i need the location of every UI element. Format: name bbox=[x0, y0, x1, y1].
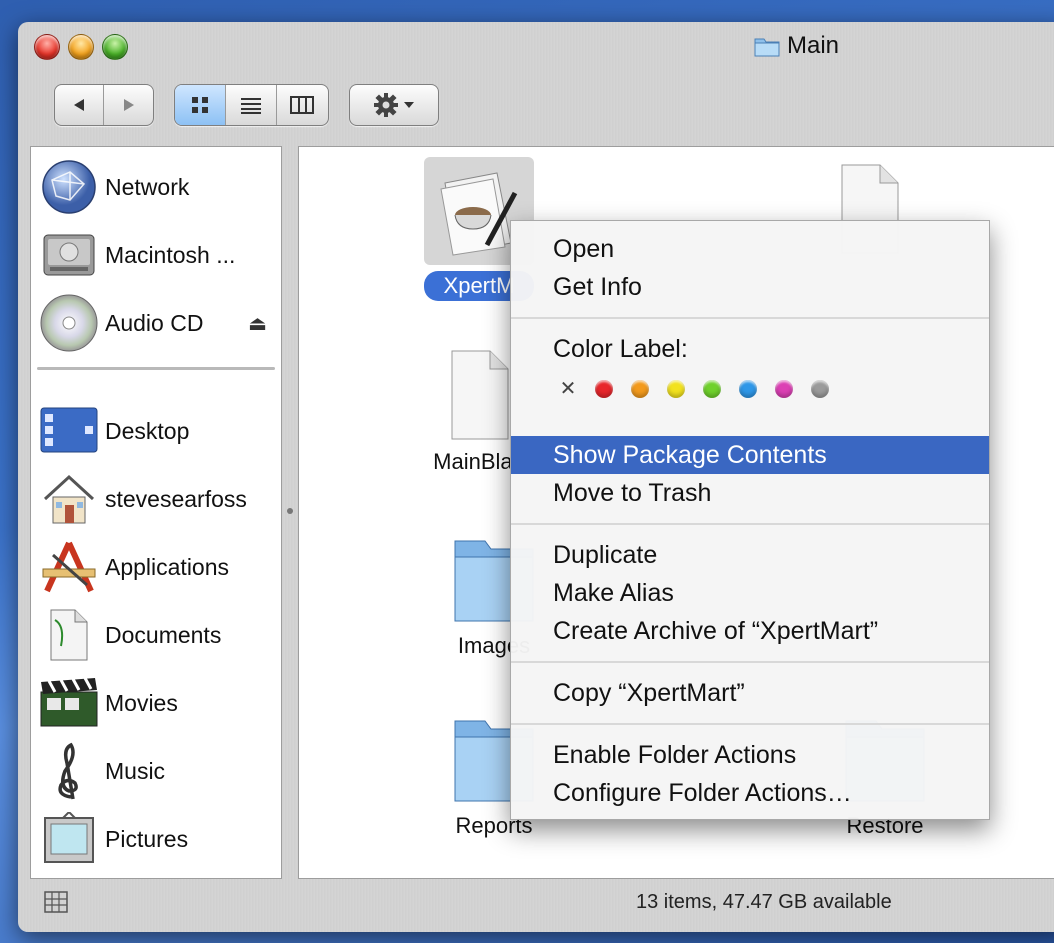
sidebar-item-documents[interactable]: Documents bbox=[31, 601, 281, 669]
color-swatch-gray[interactable] bbox=[811, 379, 829, 398]
grid-icon[interactable] bbox=[44, 891, 68, 913]
color-swatch-yellow[interactable] bbox=[667, 379, 685, 398]
documents-icon bbox=[50, 609, 88, 661]
sidebar-item-movies[interactable]: Movies bbox=[31, 669, 281, 737]
sidebar-item-label: Desktop bbox=[105, 417, 190, 444]
menu-item-make-alias[interactable]: Make Alias bbox=[511, 574, 989, 612]
list-view-button[interactable] bbox=[226, 85, 277, 125]
window-controls bbox=[34, 34, 128, 60]
sidebar-splitter[interactable] bbox=[284, 146, 296, 879]
sidebar-item-label: Applications bbox=[105, 553, 230, 580]
cd-icon bbox=[40, 294, 98, 352]
sidebar-item-macintosh-hd[interactable]: Macintosh ... bbox=[31, 221, 281, 289]
sidebar: Network Macintosh ... Audio CD ⏏ Desktop… bbox=[30, 146, 282, 879]
sidebar-item-label: Documents bbox=[105, 621, 222, 648]
sidebar-item-label: Movies bbox=[105, 689, 178, 716]
sidebar-item-applications[interactable]: Applications bbox=[31, 533, 281, 601]
picture-frame-icon bbox=[44, 812, 94, 863]
forward-button[interactable] bbox=[104, 85, 153, 125]
network-globe-icon bbox=[42, 160, 96, 214]
sidebar-item-label: Audio CD bbox=[105, 309, 204, 336]
menu-item-configure-folder-actions[interactable]: Configure Folder Actions… bbox=[511, 774, 989, 812]
menu-color-label-title: Color Label: bbox=[553, 335, 688, 363]
status-text: 13 items, 47.47 GB available bbox=[636, 890, 892, 913]
color-label-swatches: ✕ bbox=[559, 376, 829, 401]
sidebar-item-home[interactable]: stevesearfoss bbox=[31, 465, 281, 533]
back-arrow-icon bbox=[74, 99, 84, 111]
sidebar-item-label: Macintosh ... bbox=[105, 241, 236, 268]
color-swatch-green[interactable] bbox=[703, 379, 721, 398]
menu-item-show-package-contents[interactable]: Show Package Contents bbox=[511, 436, 989, 474]
color-swatch-purple[interactable] bbox=[775, 379, 793, 398]
document-icon bbox=[451, 350, 509, 440]
column-view-button[interactable] bbox=[277, 85, 328, 125]
hard-drive-icon bbox=[43, 234, 95, 276]
sidebar-item-music[interactable]: Music bbox=[31, 737, 281, 805]
clapperboard-icon bbox=[40, 677, 98, 727]
color-swatch-red[interactable] bbox=[595, 379, 613, 398]
gear-icon bbox=[374, 93, 398, 117]
sidebar-item-label: stevesearfoss bbox=[105, 485, 247, 512]
sidebar-item-label: Music bbox=[105, 757, 166, 784]
eject-icon[interactable]: ⏏ bbox=[248, 311, 267, 336]
color-swatch-orange[interactable] bbox=[631, 379, 649, 398]
applications-icon bbox=[42, 541, 96, 593]
forward-arrow-icon bbox=[123, 99, 134, 111]
sidebar-item-label: Network bbox=[105, 173, 190, 200]
icon-view-icon bbox=[192, 97, 209, 113]
home-icon bbox=[43, 474, 95, 524]
view-mode-group bbox=[174, 84, 329, 126]
sidebar-item-network[interactable]: Network bbox=[31, 153, 281, 221]
zoom-button[interactable] bbox=[102, 34, 128, 60]
sidebar-item-audio-cd[interactable]: Audio CD ⏏ bbox=[31, 289, 281, 357]
menu-item-copy[interactable]: Copy “XpertMart” bbox=[511, 674, 989, 712]
minimize-button[interactable] bbox=[68, 34, 94, 60]
column-view-icon bbox=[290, 96, 315, 114]
menu-item-move-to-trash[interactable]: Move to Trash bbox=[511, 474, 989, 512]
sidebar-item-label: Pictures bbox=[105, 825, 189, 852]
music-clef-icon bbox=[58, 742, 78, 800]
icon-view-button[interactable] bbox=[175, 85, 227, 125]
menu-item-duplicate[interactable]: Duplicate bbox=[511, 536, 989, 574]
menu-separator bbox=[511, 723, 989, 725]
color-swatch-blue[interactable] bbox=[739, 379, 757, 398]
status-bar: 13 items, 47.47 GB available bbox=[18, 882, 1054, 922]
menu-item-create-archive[interactable]: Create Archive of “XpertMart” bbox=[511, 612, 989, 650]
desktop-icon bbox=[40, 407, 98, 453]
action-button[interactable] bbox=[350, 85, 438, 125]
menu-separator bbox=[511, 317, 989, 319]
window-title: Main bbox=[753, 32, 839, 60]
back-forward-group bbox=[54, 84, 154, 126]
sidebar-item-desktop[interactable]: Desktop bbox=[31, 397, 281, 465]
context-menu: Open Get Info Color Label: ✕ Show Packag… bbox=[510, 220, 990, 820]
splitter-handle[interactable] bbox=[287, 508, 293, 514]
no-color-x-icon[interactable]: ✕ bbox=[559, 376, 577, 401]
sidebar-item-pictures[interactable]: Pictures bbox=[31, 805, 281, 873]
menu-separator bbox=[511, 523, 989, 525]
sidebar-divider bbox=[37, 367, 275, 370]
folder-icon bbox=[754, 38, 780, 57]
chevron-down-icon bbox=[404, 102, 414, 108]
menu-separator bbox=[511, 661, 989, 663]
back-button[interactable] bbox=[55, 85, 105, 125]
action-menu-button[interactable] bbox=[349, 84, 439, 126]
menu-item-get-info[interactable]: Get Info bbox=[511, 268, 989, 306]
close-button[interactable] bbox=[34, 34, 60, 60]
menu-item-enable-folder-actions[interactable]: Enable Folder Actions bbox=[511, 736, 989, 774]
list-view-icon bbox=[241, 98, 261, 114]
window-title-text: Main bbox=[787, 32, 840, 59]
menu-item-open[interactable]: Open bbox=[511, 230, 989, 268]
